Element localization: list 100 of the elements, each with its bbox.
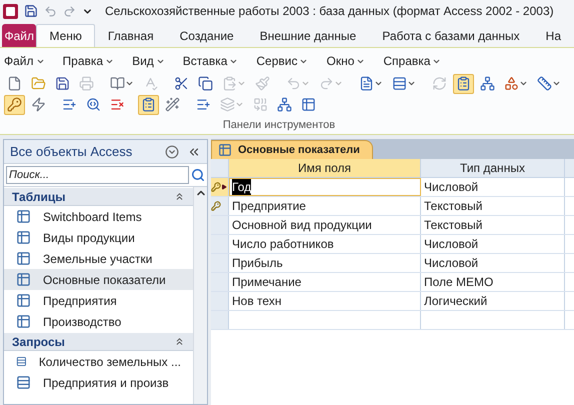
caret-icon — [125, 79, 134, 88]
table-cell[interactable]: Год — [229, 178, 421, 196]
list-plus-icon — [196, 97, 211, 112]
caret-icon — [334, 79, 343, 88]
nav-item[interactable]: Производство — [4, 311, 193, 332]
ruler-icon — [537, 76, 552, 91]
group-header[interactable]: Таблицы — [4, 188, 193, 206]
ribbon-tab[interactable]: Создание — [166, 24, 247, 47]
properties-button[interactable] — [138, 94, 159, 114]
lightning-icon — [31, 97, 46, 112]
nav-item[interactable]: Switchboard Items — [4, 206, 193, 227]
ribbon-tab[interactable]: Внешние данные — [246, 24, 370, 47]
pane-title: Все объекты Access — [10, 142, 132, 161]
menu-item[interactable]: Сервис — [256, 52, 308, 70]
key-icon — [211, 182, 221, 192]
column-header[interactable]: Имя поля — [229, 159, 421, 177]
caret-icon — [552, 79, 561, 88]
ribbon-tab[interactable]: Меню — [36, 24, 95, 47]
table-icon — [218, 143, 232, 157]
menu-item[interactable]: Вставка — [182, 52, 238, 70]
book-icon — [110, 76, 125, 91]
key-icon — [7, 97, 22, 112]
table-cell[interactable]: Числовой — [421, 235, 565, 253]
column-header[interactable]: Тип данных — [421, 159, 565, 177]
table-icon — [301, 97, 316, 112]
printer-icon — [79, 76, 94, 91]
current-row-icon — [221, 184, 227, 190]
menu-item[interactable]: Файл — [4, 52, 45, 70]
undo-icon — [286, 76, 301, 91]
table-cell[interactable]: Поле MEMO — [421, 273, 565, 291]
rows-icon — [392, 76, 407, 91]
table-cell[interactable]: Число работников — [229, 235, 421, 253]
app-logo-icon — [3, 4, 18, 18]
nav-item[interactable]: Предприятия и произв — [4, 372, 193, 393]
paintbrush-icon — [255, 76, 270, 91]
folder-icon — [31, 76, 46, 91]
table-cell[interactable]: Примечание — [229, 273, 421, 291]
document-icon — [359, 76, 374, 91]
query-icon — [16, 375, 31, 390]
caret-icon — [519, 79, 528, 88]
clipboard-list-icon — [456, 76, 471, 91]
table-icon — [16, 272, 31, 287]
table-cell[interactable]: Нов техн — [229, 292, 421, 310]
properties-button[interactable] — [453, 74, 474, 94]
ribbon-tab[interactable]: Работа с базами данных — [369, 24, 533, 47]
table-cell[interactable]: Числовой — [421, 254, 565, 272]
refresh-icon — [432, 76, 447, 91]
network-icon — [277, 97, 292, 112]
table-cell[interactable]: Числовой — [421, 178, 565, 196]
file-tab[interactable]: Файл — [2, 24, 36, 47]
magnifier-icon — [86, 97, 101, 112]
ribbon-tab[interactable]: На — [532, 24, 574, 47]
table-cell[interactable]: Текстовый — [421, 197, 565, 215]
key-icon — [211, 201, 221, 211]
nav-item[interactable]: Количество земельных ... — [4, 351, 193, 372]
menu-item[interactable]: Правка — [62, 52, 114, 70]
menu-item[interactable]: Вид — [132, 52, 165, 70]
caret-icon — [237, 79, 246, 88]
nav-item[interactable]: Земельные участки — [4, 248, 193, 269]
nav-item[interactable]: Основные показатели — [4, 269, 193, 290]
table-icon — [16, 209, 31, 224]
caret-icon — [374, 79, 383, 88]
group-label: Панели инструментов — [222, 118, 336, 133]
caret-icon — [407, 79, 416, 88]
menu-item[interactable]: Окно — [326, 52, 366, 70]
caret-icon — [235, 100, 244, 109]
save-icon[interactable] — [24, 4, 38, 18]
ribbon-tab[interactable]: Главная — [94, 24, 167, 47]
caret-icon — [301, 79, 310, 88]
scissors-icon — [174, 76, 189, 91]
combine-icon — [253, 97, 268, 112]
redo-icon — [319, 76, 334, 91]
query-icon — [16, 354, 27, 369]
nav-item[interactable]: Виды продукции — [4, 227, 193, 248]
table-cell[interactable]: Текстовый — [421, 216, 565, 234]
row-selector[interactable] — [211, 178, 229, 196]
network-icon — [480, 76, 495, 91]
group-header[interactable]: Запросы — [4, 333, 193, 351]
table-cell[interactable]: Предприятие — [229, 197, 421, 215]
blank-page-icon — [7, 76, 22, 91]
table-cell[interactable]: Основной вид продукции — [229, 216, 421, 234]
table-icon — [16, 314, 31, 329]
table-cell[interactable]: Прибыль — [229, 254, 421, 272]
clipboard-icon — [222, 76, 237, 91]
nav-item[interactable]: Предприятия — [4, 290, 193, 311]
table-icon — [16, 230, 31, 245]
primary-key-button[interactable] — [4, 94, 25, 114]
document-tab[interactable]: Основные показатели — [211, 140, 373, 159]
copy-icon — [198, 76, 213, 91]
search-field[interactable]: Поиск... — [6, 166, 189, 184]
menu-item[interactable]: Справка — [383, 52, 442, 70]
pane-menu-icon[interactable] — [165, 144, 179, 158]
table-icon — [16, 293, 31, 308]
spell-check-icon — [143, 76, 158, 91]
clipboard-list-icon — [141, 97, 156, 112]
search-icon[interactable] — [191, 168, 205, 182]
window-title: Сельскохозяйственные работы 2003 : база данных (формат Access 2002 - 2003) — [105, 3, 554, 20]
list-plus-icon — [62, 97, 77, 112]
list-delete-icon — [110, 97, 125, 112]
table-cell[interactable]: Логический — [421, 292, 565, 310]
